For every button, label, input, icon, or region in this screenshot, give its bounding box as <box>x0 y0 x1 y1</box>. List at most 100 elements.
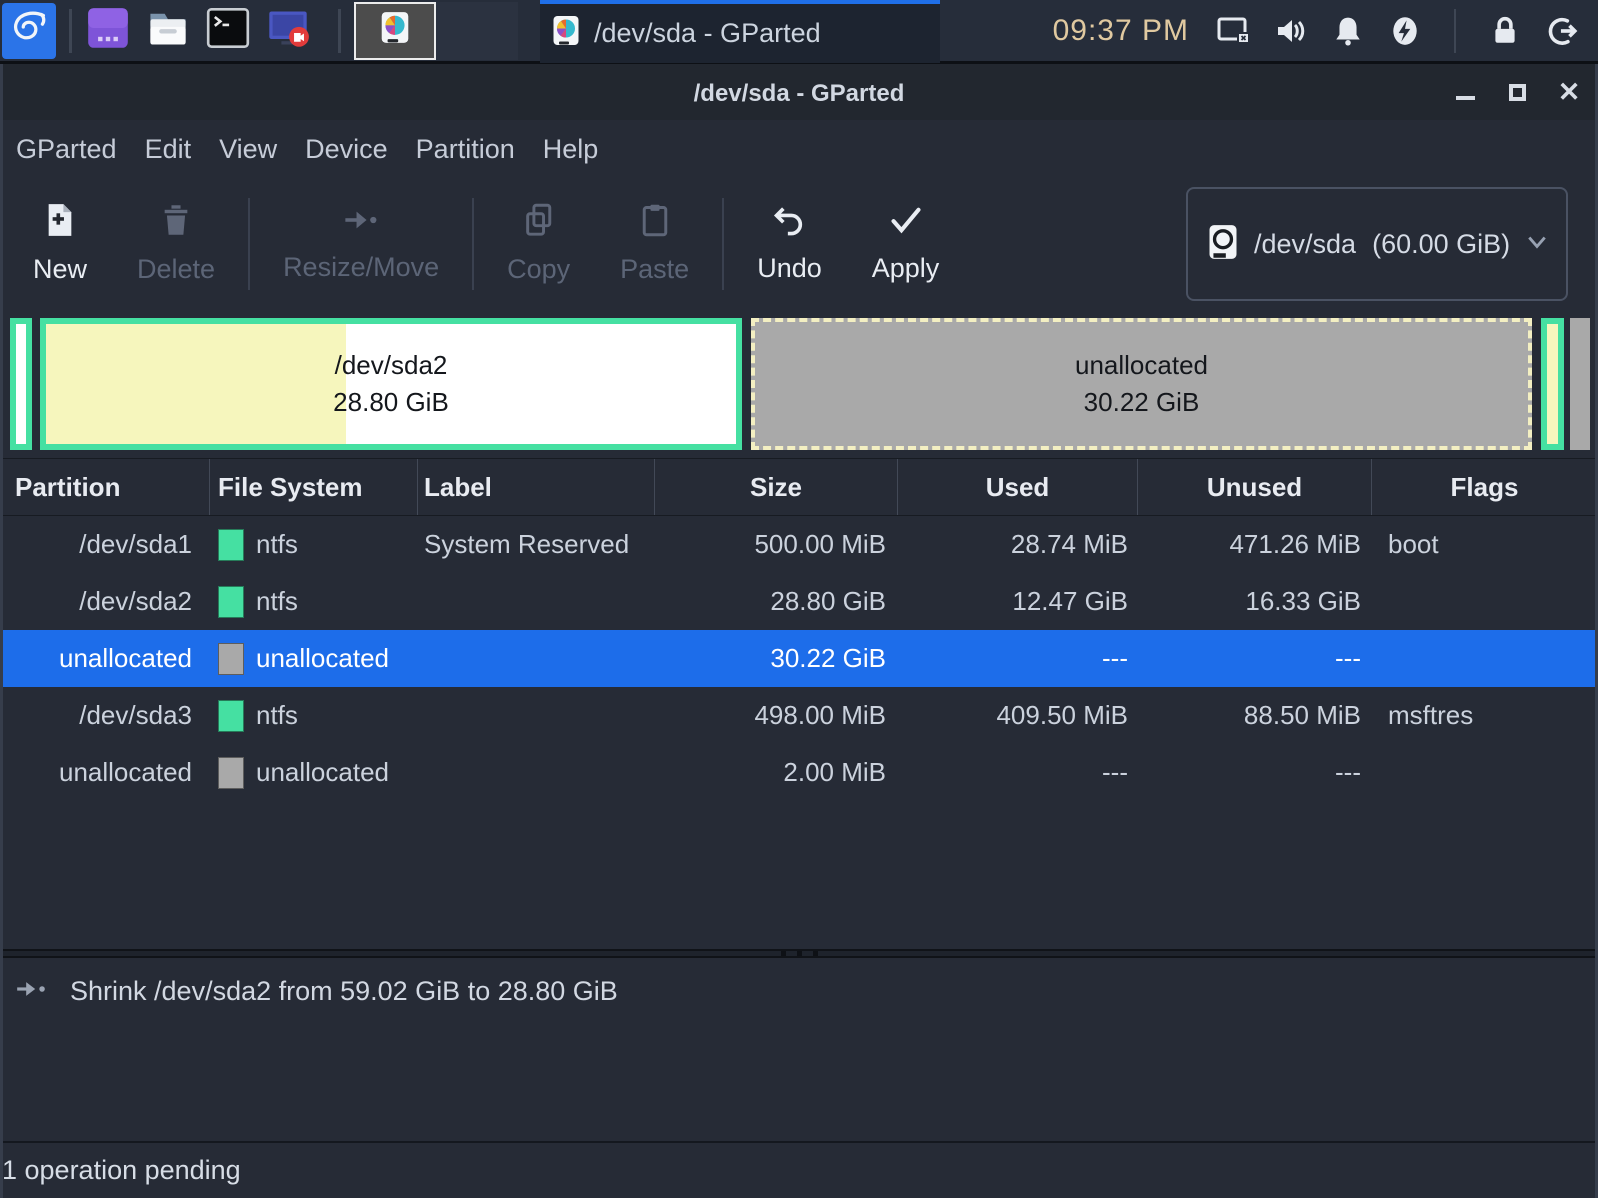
device-name: /dev/sda <box>1254 229 1356 260</box>
undo-icon <box>772 204 806 241</box>
logout-icon[interactable] <box>1544 13 1580 49</box>
table-row-selected[interactable]: unallocated unallocated 30.22 GiB --- --… <box>0 630 1598 687</box>
partition-segment-unallocated-small[interactable] <box>1570 318 1590 450</box>
paste-icon <box>640 203 670 242</box>
operation-text: Shrink /dev/sda2 from 59.02 GiB to 28.80… <box>70 976 618 1007</box>
grip-dot-icon <box>813 951 818 956</box>
statusbar: 1 operation pending <box>0 1141 1598 1198</box>
partition-segment-sda3[interactable] <box>1541 318 1564 450</box>
segment-label: /dev/sda2 <box>335 347 448 384</box>
table-row[interactable]: unallocated unallocated 2.00 MiB --- --- <box>0 744 1598 801</box>
segment-label: unallocated <box>1075 347 1208 384</box>
gparted-icon <box>552 15 580 52</box>
menu-view[interactable]: View <box>205 126 291 173</box>
status-text: 1 operation pending <box>2 1155 241 1186</box>
file-manager-icon <box>146 6 190 55</box>
header-partition: Partition <box>0 459 210 515</box>
toolbar-separator <box>722 198 724 290</box>
terminal-icon <box>206 6 250 55</box>
app-launcher-3[interactable] <box>205 8 251 54</box>
delete-button: Delete <box>112 203 240 285</box>
grip-dot-icon <box>781 951 786 956</box>
paste-button: Paste <box>595 203 714 285</box>
header-label: Label <box>418 459 655 515</box>
minimize-button[interactable] <box>1454 81 1476 103</box>
minimize-icon <box>1456 96 1475 100</box>
taskbar: /dev/sda - GParted 09:37 PM <box>0 0 1598 64</box>
lock-screen-icon[interactable] <box>1487 13 1523 49</box>
menu-partition[interactable]: Partition <box>402 126 529 173</box>
device-selector[interactable]: /dev/sda (60.00 GiB) <box>1186 187 1568 301</box>
partition-segment-sda1[interactable] <box>10 318 32 450</box>
menubar: GParted Edit View Device Partition Help <box>0 120 1598 178</box>
table-header: Partition File System Label Size Used Un… <box>0 458 1598 516</box>
partition-segment-unallocated[interactable]: unallocated 30.22 GiB <box>751 318 1532 450</box>
display-settings-icon[interactable] <box>1216 13 1252 49</box>
drive-icon <box>1208 224 1238 265</box>
app-launcher-2[interactable] <box>145 8 191 54</box>
gparted-window: /dev/sda - GParted ✕ GParted Edit View D… <box>0 64 1598 1198</box>
toolbar: New Delete Resize/Move Copy <box>0 178 1598 310</box>
toolbar-separator <box>248 198 250 290</box>
disk-visual-bar: /dev/sda2 28.80 GiB unallocated 30.22 Gi… <box>0 310 1598 458</box>
pane-resize-handle[interactable] <box>0 949 1598 958</box>
titlebar[interactable]: /dev/sda - GParted ✕ <box>0 64 1598 120</box>
filesystem-swatch <box>218 529 244 561</box>
operation-item: Shrink /dev/sda2 from 59.02 GiB to 28.80… <box>14 976 1598 1007</box>
segment-size: 30.22 GiB <box>1084 384 1200 421</box>
menu-edit[interactable]: Edit <box>131 126 206 173</box>
workspace-1[interactable] <box>354 2 436 60</box>
device-size: (60.00 GiB) <box>1372 229 1510 260</box>
copy-button: Copy <box>482 203 595 285</box>
menu-gparted[interactable]: GParted <box>2 126 131 173</box>
filesystem-swatch <box>218 586 244 618</box>
kali-logo-icon <box>6 5 52 56</box>
menu-help[interactable]: Help <box>529 126 613 173</box>
new-partition-icon <box>45 203 75 242</box>
partition-segment-sda2[interactable]: /dev/sda2 28.80 GiB <box>40 318 742 450</box>
window-title: /dev/sda - GParted <box>0 64 1598 120</box>
purple-app-icon <box>86 6 130 55</box>
workspace-switcher <box>354 2 518 60</box>
pending-operations-pane: Shrink /dev/sda2 from 59.02 GiB to 28.80… <box>0 958 1598 1141</box>
header-size: Size <box>655 459 898 515</box>
close-button[interactable]: ✕ <box>1558 81 1580 103</box>
new-button[interactable]: New <box>8 203 112 285</box>
resize-move-icon <box>342 205 380 240</box>
system-tray: 09:37 PM <box>1053 9 1598 53</box>
table-row[interactable]: /dev/sda3 ntfs 498.00 MiB 409.50 MiB 88.… <box>0 687 1598 744</box>
app-launcher-4[interactable] <box>265 8 311 54</box>
resize-move-button: Resize/Move <box>258 205 464 283</box>
operation-arrow-icon <box>14 977 50 1006</box>
filesystem-swatch <box>218 643 244 675</box>
taskbar-window-button[interactable]: /dev/sda - GParted <box>540 0 940 63</box>
trash-icon <box>161 203 191 242</box>
window-button-label: /dev/sda - GParted <box>594 18 821 49</box>
apply-check-icon <box>889 204 923 241</box>
panel-separator <box>338 9 341 53</box>
screen: /dev/sda - GParted 09:37 PM <box>0 0 1598 1198</box>
table-row[interactable]: /dev/sda2 ntfs 28.80 GiB 12.47 GiB 16.33… <box>0 573 1598 630</box>
workspace-2[interactable] <box>436 2 518 60</box>
segment-size: 28.80 GiB <box>333 384 449 421</box>
window-edge <box>0 64 3 1198</box>
notifications-bell-icon[interactable] <box>1330 13 1366 49</box>
maximize-icon <box>1509 84 1526 101</box>
copy-icon <box>524 203 554 242</box>
gparted-icon <box>380 11 410 50</box>
menu-device[interactable]: Device <box>291 126 402 173</box>
maximize-button[interactable] <box>1506 81 1528 103</box>
clock[interactable]: 09:37 PM <box>1053 14 1189 48</box>
filesystem-swatch <box>218 757 244 789</box>
undo-button[interactable]: Undo <box>732 204 847 284</box>
partition-table: /dev/sda1 ntfs System Reserved 500.00 Mi… <box>0 516 1598 801</box>
power-manager-icon[interactable] <box>1387 13 1423 49</box>
header-flags: Flags <box>1372 459 1598 515</box>
table-row[interactable]: /dev/sda1 ntfs System Reserved 500.00 Mi… <box>0 516 1598 573</box>
volume-icon[interactable] <box>1273 13 1309 49</box>
header-used: Used <box>898 459 1138 515</box>
app-launcher-1[interactable] <box>85 8 131 54</box>
header-file-system: File System <box>210 459 418 515</box>
apply-button[interactable]: Apply <box>847 204 965 284</box>
kali-menu-button[interactable] <box>2 3 56 59</box>
